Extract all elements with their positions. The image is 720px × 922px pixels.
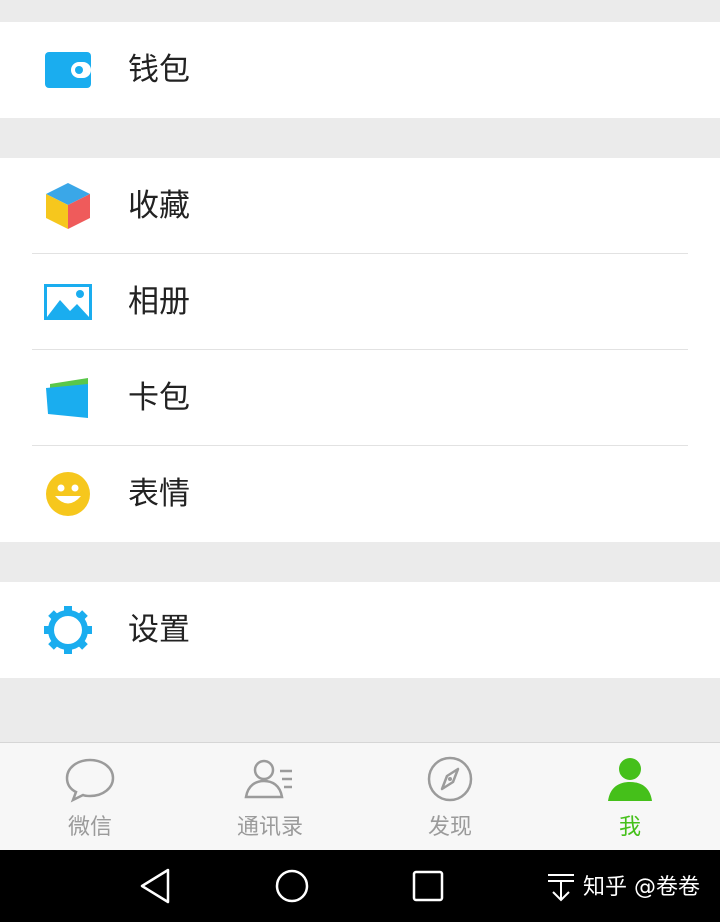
smiley-icon [44, 472, 92, 516]
tab-discover[interactable]: 发现 [360, 743, 540, 851]
menu-item-stickers[interactable]: 表情 [0, 446, 720, 542]
menu-item-wallet[interactable]: 钱包 [0, 22, 720, 118]
watermark: 知乎 @卷卷 [545, 872, 700, 904]
chat-bubble-icon [62, 755, 118, 803]
tab-label: 通讯录 [236, 815, 303, 840]
tab-label: 微信 [67, 815, 112, 840]
menu-item-label: 表情 [128, 476, 190, 512]
menu-item-cards[interactable]: 卡包 [0, 350, 720, 446]
menu-item-album[interactable]: 相册 [0, 254, 720, 350]
tab-chats[interactable]: 微信 [0, 743, 180, 851]
menu-item-label: 设置 [128, 612, 190, 648]
gear-icon [44, 606, 92, 654]
tab-label: 我 [618, 815, 641, 840]
features-group: 收藏 相册 卡包 表情 [0, 158, 720, 542]
recents-icon[interactable] [406, 864, 450, 908]
person-icon [602, 755, 658, 803]
menu-item-label: 收藏 [128, 188, 190, 224]
menu-item-favorites[interactable]: 收藏 [0, 158, 720, 254]
download-icon [545, 872, 577, 904]
wallet-icon [44, 48, 92, 92]
tab-me[interactable]: 我 [540, 743, 720, 851]
home-icon[interactable] [270, 864, 314, 908]
bottom-tab-bar: 微信 通讯录 发现 我 [0, 742, 720, 851]
watermark-text: 知乎 @卷卷 [583, 875, 700, 900]
back-icon[interactable] [134, 864, 178, 908]
tab-contacts[interactable]: 通讯录 [180, 743, 360, 851]
picture-icon [44, 280, 92, 324]
compass-icon [422, 755, 478, 803]
contacts-icon [242, 755, 298, 803]
settings-group: 设置 [0, 582, 720, 678]
system-nav-bar: 知乎 @卷卷 [0, 850, 720, 922]
menu-item-label: 卡包 [128, 380, 190, 416]
menu-item-label: 相册 [128, 284, 190, 320]
tab-label: 发现 [427, 815, 472, 840]
card-pack-icon [44, 376, 92, 420]
wallet-group: 钱包 [0, 22, 720, 118]
menu-item-label: 钱包 [128, 52, 190, 88]
cube-icon [44, 183, 92, 229]
menu-item-settings[interactable]: 设置 [0, 582, 720, 678]
